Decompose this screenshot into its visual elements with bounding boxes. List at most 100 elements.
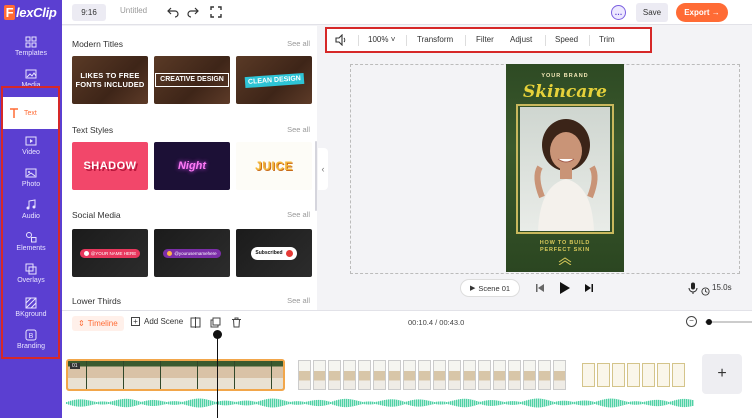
template-thumb[interactable]: @yourusernamehere (154, 229, 230, 277)
waveform-bar (560, 400, 562, 406)
volume-icon[interactable] (335, 34, 347, 46)
split-icon[interactable] (190, 317, 201, 328)
thumb-text: @YOUR NAME HERE (90, 250, 137, 256)
template-thumb[interactable]: CLEAN DESIGN (236, 56, 312, 104)
redo-icon[interactable] (186, 5, 200, 19)
video-preview[interactable]: YOUR BRAND Skincare HOW TO BUILD PERFECT … (506, 64, 624, 272)
template-thumb[interactable]: Night (154, 142, 230, 190)
timeline-clip[interactable] (582, 359, 694, 391)
trash-icon[interactable] (231, 317, 242, 328)
template-thumb[interactable]: CREATIVE DESIGN (154, 56, 230, 104)
tagline-text[interactable]: HOW TO BUILD PERFECT SKIN (506, 240, 624, 254)
waveform-bar (596, 401, 598, 405)
clip-frame (358, 360, 371, 390)
add-clip-button[interactable]: + (702, 354, 742, 394)
elements-icon (26, 231, 37, 242)
timeline-clip[interactable] (298, 359, 578, 391)
playhead-handle[interactable] (213, 330, 222, 339)
sidebar-item-templates[interactable]: Templates (2, 30, 60, 62)
waveform-bar (136, 400, 138, 406)
see-all-link[interactable]: See all (287, 296, 310, 305)
sidebar-item-bkground[interactable]: BKground (2, 291, 60, 323)
waveform-bar (410, 400, 412, 406)
thumb-text: LIKES TO FREE FONTS INCLUDED (75, 71, 145, 89)
save-button[interactable]: Save (636, 3, 668, 22)
headline-text[interactable]: Skincare (506, 82, 624, 102)
waveform-bar (636, 401, 638, 405)
playhead[interactable] (217, 331, 218, 418)
zoom-dropdown[interactable]: 100% ˅ (368, 35, 395, 44)
sidebar-item-photo[interactable]: Photo (2, 161, 60, 193)
logo[interactable]: FlexClip (4, 5, 60, 21)
clip-frame (478, 360, 491, 390)
skip-back-icon[interactable] (533, 281, 547, 295)
adjust-button[interactable]: Adjust (510, 35, 532, 44)
waveform-bar (330, 401, 332, 405)
clip-frame (627, 363, 640, 387)
template-thumb[interactable]: @YOUR NAME HERE (72, 229, 148, 277)
aspect-ratio-button[interactable]: 9:16 (72, 4, 106, 21)
timeline-clip-selected[interactable]: 01 (66, 359, 285, 391)
panel-scrollbar[interactable] (315, 141, 317, 211)
add-scene-button[interactable]: + Add Scene (131, 317, 183, 326)
template-thumb[interactable]: Subscribed (236, 229, 312, 277)
waveform-bar (592, 401, 594, 405)
trim-button[interactable]: Trim (599, 35, 615, 44)
waveform-bar (224, 400, 226, 406)
filter-button[interactable]: Filter (476, 35, 494, 44)
clip-frame (597, 363, 610, 387)
scene-duration[interactable]: 15.0s (712, 283, 732, 292)
waveform-bar (220, 400, 222, 406)
template-thumb[interactable]: JUICE (236, 142, 312, 190)
waveform-bar (550, 400, 552, 406)
sidebar-item-text[interactable]: Text (2, 97, 60, 129)
duplicate-icon[interactable] (210, 317, 221, 328)
sidebar-item-branding[interactable]: B Branding (2, 323, 60, 355)
waveform-bar (118, 399, 120, 407)
waveform-bar (70, 400, 72, 406)
fullscreen-icon[interactable] (209, 5, 223, 19)
template-thumb[interactable]: SHADOW (72, 142, 148, 190)
clip-frame (463, 360, 476, 390)
scene-play-button[interactable]: ▶ Scene 01 (460, 279, 520, 297)
undo-icon[interactable] (166, 5, 180, 19)
microphone-icon[interactable] (686, 281, 700, 295)
collapse-panel-button[interactable]: ‹ (318, 148, 328, 190)
waveform-bar (446, 401, 448, 405)
waveform-bar (424, 399, 426, 407)
zoom-out-button[interactable]: − (686, 316, 697, 327)
sidebar-item-audio[interactable]: Audio (2, 193, 60, 225)
sidebar-item-overlays[interactable]: Overlays (2, 257, 60, 289)
timeline-tab[interactable]: ⇕ Timeline (72, 316, 124, 331)
sidebar-item-media[interactable]: Media (2, 62, 60, 94)
waveform-bar (218, 401, 220, 405)
chat-icon[interactable]: … (611, 5, 626, 20)
waveform-bar (156, 400, 158, 406)
waveform-bar (148, 400, 150, 406)
waveform-bar (308, 401, 310, 405)
transform-button[interactable]: Transform (417, 35, 453, 44)
toolbar-divider (545, 35, 546, 46)
speed-button[interactable]: Speed (555, 35, 578, 44)
sidebar-item-elements[interactable]: Elements (2, 225, 60, 257)
sidebar-item-label: Overlays (17, 276, 45, 284)
zoom-slider-track[interactable] (705, 321, 752, 323)
zoom-slider-handle[interactable] (706, 319, 712, 325)
audio-waveform[interactable] (66, 397, 694, 409)
clip-frame (179, 361, 197, 389)
document-title[interactable]: Untitled (120, 6, 147, 15)
waveform-bar (546, 399, 548, 407)
section-title-text-styles: Text Styles (72, 125, 114, 135)
skip-forward-icon[interactable] (582, 281, 596, 295)
sidebar-item-video[interactable]: Video (2, 129, 60, 161)
template-thumb[interactable]: LIKES TO FREE FONTS INCLUDED (72, 56, 148, 104)
model-photo[interactable] (520, 107, 610, 231)
play-button[interactable] (557, 281, 571, 295)
see-all-link[interactable]: See all (287, 125, 310, 134)
see-all-link[interactable]: See all (287, 210, 310, 219)
see-all-link[interactable]: See all (287, 39, 310, 48)
brand-text[interactable]: YOUR BRAND (506, 73, 624, 79)
waveform-bar (348, 399, 350, 407)
export-button[interactable]: Export → (676, 3, 728, 22)
waveform-bar (92, 401, 94, 405)
